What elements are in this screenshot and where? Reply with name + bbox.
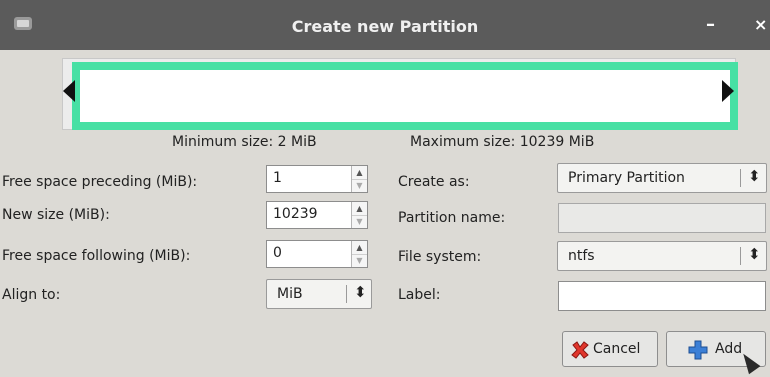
create-as-label: Create as: — [398, 174, 470, 190]
create-as-dropdown[interactable]: Primary Partition ⬍ — [557, 163, 767, 193]
cancel-button-label: Cancel — [593, 341, 641, 357]
create-as-value: Primary Partition — [568, 170, 685, 186]
maximum-size-label: Maximum size: 10239 MiB — [410, 134, 595, 150]
updown-arrows-icon: ⬍ — [354, 283, 367, 301]
minimize-button[interactable]: – — [706, 14, 715, 35]
file-system-value: ntfs — [568, 248, 595, 264]
window-title: Create new Partition — [291, 17, 479, 36]
red-x-icon — [571, 341, 589, 359]
dropdown-separator — [346, 285, 347, 303]
left-resize-handle-icon[interactable] — [63, 80, 75, 102]
dropdown-separator — [740, 169, 741, 187]
free-space-preceding-label: Free space preceding (MiB): — [2, 174, 198, 190]
label-input[interactable] — [558, 281, 766, 311]
align-to-label: Align to: — [2, 287, 61, 303]
spinner-buttons: ▲ ▼ — [351, 166, 367, 192]
title-bar: Create new Partition – × — [0, 0, 770, 50]
updown-arrows-icon: ⬍ — [748, 245, 761, 263]
right-resize-handle-icon[interactable] — [722, 80, 734, 102]
partition-bar[interactable] — [72, 62, 738, 130]
free-space-preceding-spinner[interactable]: 1 ▲ ▼ — [266, 165, 368, 193]
close-button[interactable]: × — [754, 15, 767, 34]
free-space-following-spinner[interactable]: 0 ▲ ▼ — [266, 240, 368, 268]
free-space-following-label: Free space following (MiB): — [2, 248, 191, 264]
spin-up-icon[interactable]: ▲ — [352, 166, 367, 180]
spin-down-icon[interactable]: ▼ — [352, 254, 367, 267]
partition-name-label: Partition name: — [398, 210, 506, 226]
align-to-dropdown[interactable]: MiB ⬍ — [266, 279, 372, 309]
new-size-spinner[interactable]: 10239 ▲ ▼ — [266, 201, 368, 229]
spin-down-icon[interactable]: ▼ — [352, 215, 367, 228]
file-system-dropdown[interactable]: ntfs ⬍ — [557, 241, 767, 271]
free-space-preceding-value[interactable]: 1 — [273, 170, 282, 186]
minimum-size-label: Minimum size: 2 MiB — [172, 134, 317, 150]
cancel-button[interactable]: Cancel — [562, 331, 658, 367]
spinner-buttons: ▲ ▼ — [351, 202, 367, 228]
align-to-value: MiB — [277, 286, 303, 302]
free-space-following-value[interactable]: 0 — [273, 245, 282, 261]
add-button-label: Add — [715, 341, 743, 357]
spinner-buttons: ▲ ▼ — [351, 241, 367, 267]
spin-up-icon[interactable]: ▲ — [352, 202, 367, 216]
spin-up-icon[interactable]: ▲ — [352, 241, 367, 255]
new-size-label: New size (MiB): — [2, 207, 110, 223]
label-field-label: Label: — [398, 287, 441, 303]
file-system-label: File system: — [398, 249, 482, 265]
blue-plus-icon — [688, 340, 708, 360]
spin-down-icon[interactable]: ▼ — [352, 179, 367, 192]
partition-name-input[interactable] — [558, 203, 766, 233]
dropdown-separator — [740, 247, 741, 265]
new-size-value[interactable]: 10239 — [273, 206, 318, 222]
updown-arrows-icon: ⬍ — [748, 167, 761, 185]
